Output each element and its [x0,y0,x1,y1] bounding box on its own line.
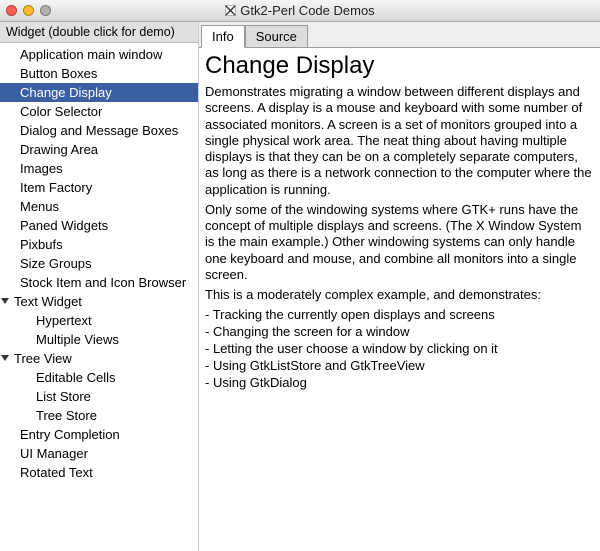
tab-source[interactable]: Source [245,25,308,48]
expander-icon[interactable] [0,351,12,363]
tree-item-label: Size Groups [20,256,92,271]
tree-item[interactable]: Drawing Area [0,140,198,159]
info-bullet: - Using GtkListStore and GtkTreeView [205,358,594,375]
tree-item[interactable]: Multiple Views [0,330,198,349]
tree-item[interactable]: Tree View [0,349,198,368]
tree-item-label: Button Boxes [20,66,97,81]
tree-item[interactable]: Rotated Text [0,463,198,482]
tree-item[interactable]: Item Factory [0,178,198,197]
tree-item[interactable]: Tree Store [0,406,198,425]
tree-item[interactable]: Size Groups [0,254,198,273]
app-window: Gtk2-Perl Code Demos Widget (double clic… [0,0,600,551]
tree-item-label: Item Factory [20,180,92,195]
tree-item-label: Rotated Text [20,465,93,480]
demo-tree[interactable]: Application main window Button Boxes Chang… [0,43,198,551]
tree-item[interactable]: List Store [0,387,198,406]
tree-item[interactable]: Paned Widgets [0,216,198,235]
tree-item-label: Application main window [20,47,162,62]
tree-item-label: Pixbufs [20,237,63,252]
window-body: Widget (double click for demo) Applicati… [0,22,600,551]
info-paragraph: This is a moderately complex example, an… [205,287,594,303]
info-title: Change Display [205,52,594,80]
tree-item[interactable]: Menus [0,197,198,216]
tree-item-label: Hypertext [36,313,92,328]
tree-item-label: UI Manager [20,446,88,461]
tree-item[interactable]: Text Widget [0,292,198,311]
x11-icon [225,5,236,16]
tree-item[interactable]: Application main window [0,45,198,64]
info-bullet: - Tracking the currently open displays a… [205,307,594,324]
tab-bar: InfoSource [199,22,600,48]
tree-item-label: Tree View [14,351,72,366]
info-paragraph: Only some of the windowing systems where… [205,202,594,283]
titlebar: Gtk2-Perl Code Demos [0,0,600,22]
tree-item[interactable]: Color Selector [0,102,198,121]
tab-info[interactable]: Info [201,25,245,48]
info-paragraph: Demonstrates migrating a window between … [205,84,594,198]
info-bullet: - Using GtkDialog [205,375,594,392]
tree-item[interactable]: Entry Completion [0,425,198,444]
info-bullet: - Letting the user choose a window by cl… [205,341,594,358]
tree-item-label: Stock Item and Icon Browser [20,275,186,290]
tree-item[interactable]: Editable Cells [0,368,198,387]
tree-item[interactable]: Dialog and Message Boxes [0,121,198,140]
tree-item[interactable]: Stock Item and Icon Browser [0,273,198,292]
tree-item-label: Editable Cells [36,370,116,385]
sidebar-header: Widget (double click for demo) [0,22,198,43]
tree-item-label: Dialog and Message Boxes [20,123,178,138]
tree-item-label: Menus [20,199,59,214]
tree-item-label: Text Widget [14,294,82,309]
tree-item[interactable]: Hypertext [0,311,198,330]
window-title: Gtk2-Perl Code Demos [240,3,374,18]
tree-item-label: Entry Completion [20,427,120,442]
expander-icon[interactable] [0,294,12,306]
tree-item[interactable]: Button Boxes [0,64,198,83]
tree-item[interactable]: UI Manager [0,444,198,463]
tree-item[interactable]: Images [0,159,198,178]
tree-item-label: Paned Widgets [20,218,108,233]
sidebar: Widget (double click for demo) Applicati… [0,22,199,551]
tree-item-label: Tree Store [36,408,97,423]
info-bullet: - Changing the screen for a window [205,324,594,341]
window-title-wrap: Gtk2-Perl Code Demos [0,3,600,18]
tree-item[interactable]: Change Display [0,83,198,102]
content-pane: InfoSource Change Display Demonstrates m… [199,22,600,551]
tree-item-label: Color Selector [20,104,102,119]
info-pane: Change Display Demonstrates migrating a … [199,48,600,551]
tree-item-label: Multiple Views [36,332,119,347]
tree-item-label: Drawing Area [20,142,98,157]
tree-item-label: List Store [36,389,91,404]
tree-item-label: Change Display [20,85,112,100]
tree-item-label: Images [20,161,63,176]
tree-item[interactable]: Pixbufs [0,235,198,254]
